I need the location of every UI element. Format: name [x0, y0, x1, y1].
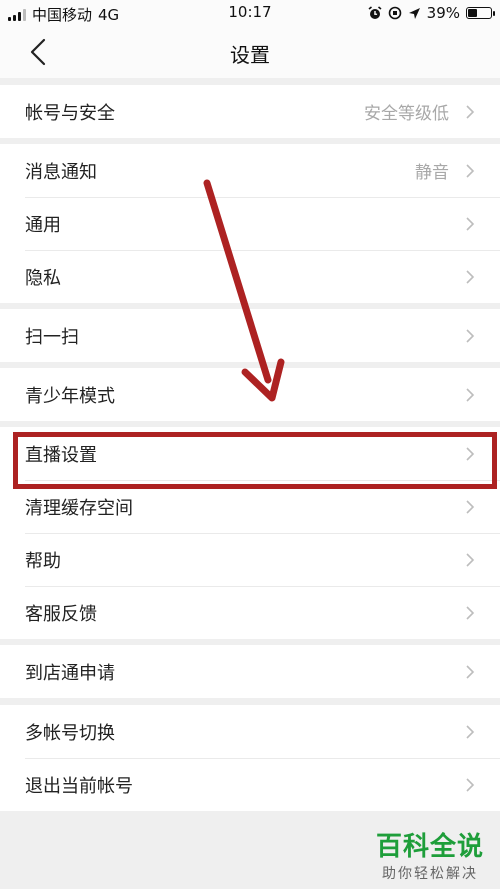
chevron-right-icon: [466, 104, 475, 119]
settings-item-label: 扫一扫: [25, 326, 79, 348]
chevron-right-icon: [466, 664, 475, 679]
settings-group-scan: 扫一扫: [0, 309, 500, 362]
settings-item-live-settings[interactable]: 直播设置: [0, 427, 500, 480]
chevron-right-icon: [466, 724, 475, 739]
settings-group-general: 消息通知 静音 通用 隐私: [0, 144, 500, 303]
battery-level: [468, 9, 477, 17]
settings-item-account-security[interactable]: 帐号与安全 安全等级低: [0, 85, 500, 138]
settings-group-accounts: 多帐号切换 退出当前帐号: [0, 705, 500, 811]
settings-item-label: 到店通申请: [25, 662, 115, 684]
settings-item-label: 帐号与安全: [25, 102, 115, 124]
settings-group-teen: 青少年模式: [0, 368, 500, 421]
settings-item-label: 隐私: [25, 267, 61, 289]
settings-item-label: 多帐号切换: [25, 722, 115, 744]
settings-item-label: 通用: [25, 214, 61, 236]
chevron-right-icon: [466, 777, 475, 792]
settings-item-clear-cache[interactable]: 清理缓存空间: [0, 480, 500, 533]
settings-item-label: 消息通知: [25, 161, 97, 183]
settings-item-logout[interactable]: 退出当前帐号: [0, 758, 500, 811]
settings-item-notifications[interactable]: 消息通知 静音: [0, 144, 500, 197]
settings-group-live: 直播设置 清理缓存空间 帮助 客服反馈: [0, 427, 500, 639]
chevron-right-icon: [466, 499, 475, 514]
settings-item-privacy[interactable]: 隐私: [0, 250, 500, 303]
settings-item-help[interactable]: 帮助: [0, 533, 500, 586]
settings-item-label: 清理缓存空间: [25, 497, 133, 519]
chevron-right-icon: [466, 387, 475, 402]
settings-item-teen-mode[interactable]: 青少年模式: [0, 368, 500, 421]
settings-item-label: 青少年模式: [25, 385, 115, 407]
page-title: 设置: [230, 43, 270, 67]
status-bar: 中国移动 4G 10:17 39%: [0, 0, 500, 26]
settings-item-general[interactable]: 通用: [0, 197, 500, 250]
alarm-icon: [368, 6, 382, 19]
chevron-right-icon: [466, 605, 475, 620]
chevron-right-icon: [466, 328, 475, 343]
battery-icon: [466, 7, 495, 19]
location-icon: [408, 7, 420, 19]
security-level-value: 安全等级低: [364, 104, 449, 124]
watermark-subtitle: 助你轻松解决: [382, 866, 478, 882]
settings-group-account: 帐号与安全 安全等级低: [0, 85, 500, 138]
chevron-right-icon: [466, 446, 475, 461]
settings-item-label: 退出当前帐号: [25, 775, 133, 797]
nav-bar: 设置: [0, 26, 500, 78]
notification-status-value: 静音: [415, 163, 449, 183]
chevron-right-icon: [466, 216, 475, 231]
settings-item-label: 客服反馈: [25, 603, 97, 625]
settings-item-switch-account[interactable]: 多帐号切换: [0, 705, 500, 758]
watermark-title: 百科全说: [375, 832, 484, 862]
settings-item-label: 帮助: [25, 550, 61, 572]
chevron-right-icon: [466, 269, 475, 284]
settings-group-store: 到店通申请: [0, 645, 500, 698]
chevron-right-icon: [466, 552, 475, 567]
status-right: 39%: [368, 4, 495, 22]
watermark-logo: 百科全说 助你轻松解决: [372, 826, 488, 883]
settings-item-scan[interactable]: 扫一扫: [0, 309, 500, 362]
settings-item-label: 直播设置: [25, 444, 97, 466]
settings-item-store-apply[interactable]: 到店通申请: [0, 645, 500, 698]
settings-item-feedback[interactable]: 客服反馈: [0, 586, 500, 639]
chevron-right-icon: [466, 163, 475, 178]
orientation-lock-icon: [388, 6, 401, 20]
battery-percent: 39%: [426, 4, 460, 22]
